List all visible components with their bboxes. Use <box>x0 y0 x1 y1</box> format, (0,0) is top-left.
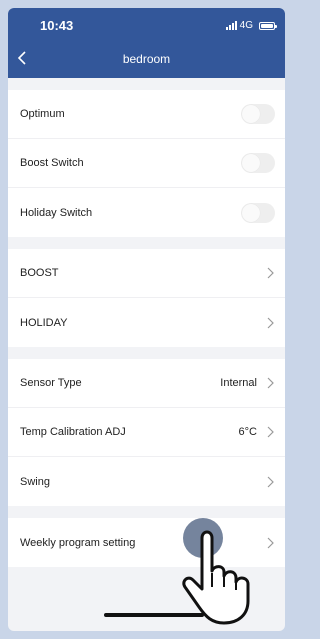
home-indicator[interactable] <box>104 613 204 617</box>
setting-value: Internal <box>220 377 257 389</box>
chevron-right-icon <box>265 316 275 330</box>
setting-label: HOLIDAY <box>20 316 68 329</box>
chevron-right-icon <box>265 376 275 390</box>
page-title: bedroom <box>122 52 171 66</box>
battery-icon <box>259 21 277 30</box>
chevron-right-icon <box>265 425 275 439</box>
setting-row-optimum: Optimum <box>8 90 285 139</box>
setting-label: Swing <box>20 475 50 488</box>
signal-icon <box>225 21 237 30</box>
setting-row-swing[interactable]: Swing <box>8 457 285 506</box>
setting-label: BOOST <box>20 267 59 279</box>
modes-section: BOOST HOLIDAY <box>8 249 285 347</box>
optimum-toggle[interactable] <box>241 104 275 124</box>
app-header: 10:43 4G bedroom <box>8 8 285 78</box>
chevron-right-icon <box>265 266 275 280</box>
setting-row-holiday-switch: Holiday Switch <box>8 188 285 237</box>
holiday-switch-toggle[interactable] <box>241 202 275 223</box>
setting-row-temp-calibration[interactable]: Temp Calibration ADJ 6°C <box>8 408 285 457</box>
sensor-section: Sensor Type Internal Temp Calibration AD… <box>8 359 285 506</box>
setting-row-boost-switch: Boost Switch <box>8 139 285 188</box>
status-time: 10:43 <box>40 18 74 33</box>
setting-label: Holiday Switch <box>20 206 93 219</box>
setting-label: Boost Switch <box>20 157 84 169</box>
setting-value: 6°C <box>238 426 257 438</box>
switches-section: Optimum Boost Switch Holiday Switch <box>8 90 285 237</box>
setting-row-boost[interactable]: BOOST <box>8 249 285 298</box>
setting-label: Sensor Type <box>20 377 82 389</box>
network-type: 4G <box>239 20 253 31</box>
setting-row-sensor-type[interactable]: Sensor Type Internal <box>8 359 285 408</box>
chevron-right-icon <box>265 475 275 489</box>
setting-label: Temp Calibration ADJ <box>20 426 126 438</box>
setting-row-holiday[interactable]: HOLIDAY <box>8 298 285 347</box>
status-indicators: 4G <box>225 20 277 31</box>
setting-label: Optimum <box>20 108 65 120</box>
phone-screen: 10:43 4G bedroom Optimum Boost Switch Ho… <box>8 8 285 631</box>
boost-switch-toggle[interactable] <box>241 153 275 173</box>
